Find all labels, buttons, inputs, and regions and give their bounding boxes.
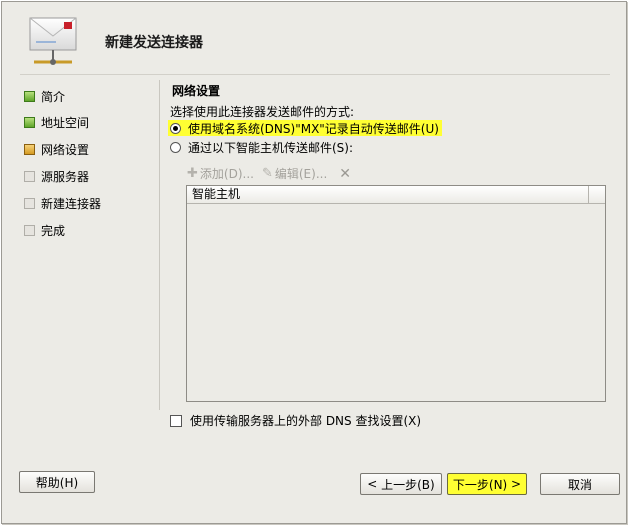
- step-pending-icon: [24, 225, 35, 236]
- step-pending-icon: [24, 171, 35, 182]
- smart-host-radio-label: 通过以下智能主机传送邮件(S):: [188, 140, 354, 155]
- step-label: 网络设置: [41, 142, 90, 157]
- pencil-icon: ✎: [261, 166, 273, 181]
- step-network-settings: 网络设置: [24, 140, 89, 158]
- next-label: 下一步(N): [452, 477, 508, 492]
- step-label: 源服务器: [41, 169, 90, 184]
- dns-mx-radio-label: 使用域名系统(DNS)"MX"记录自动传送邮件(U): [188, 121, 439, 136]
- header-divider: [20, 74, 610, 75]
- wizard-window: 新建发送连接器 简介 地址空间 网络设置 源服务器 新建连接器 完成 网络设置: [1, 1, 627, 524]
- add-button[interactable]: ✚ 添加(D)...: [187, 165, 254, 182]
- radio-button-checked[interactable]: [170, 122, 181, 134]
- step-finish: 完成: [24, 221, 65, 239]
- plus-icon: ✚: [187, 166, 198, 181]
- chevron-right-icon: >: [507, 477, 522, 491]
- radio-button-unchecked[interactable]: [170, 141, 181, 153]
- step-label: 完成: [41, 223, 66, 238]
- add-label: 添加(D)...: [199, 167, 254, 181]
- step-pending-icon: [24, 198, 35, 209]
- step-label: 简介: [41, 89, 66, 104]
- step-done-icon: [24, 91, 35, 102]
- list-header: 智能主机: [187, 186, 605, 204]
- external-dns-label: 使用传输服务器上的外部 DNS 查找设置(X): [190, 414, 422, 428]
- step-intro: 简介: [24, 87, 65, 105]
- edit-label: 编辑(E)...: [274, 167, 328, 181]
- step-done-icon: [24, 117, 35, 128]
- step-label: 新建连接器: [41, 196, 102, 211]
- step-label: 地址空间: [41, 115, 90, 130]
- next-button[interactable]: 下一步(N) >: [447, 473, 527, 495]
- chevron-left-icon: <: [367, 477, 382, 491]
- envelope-connector-icon: [26, 16, 82, 74]
- step-new-connector: 新建连接器: [24, 194, 101, 212]
- page-title: 新建发送连接器: [105, 35, 203, 51]
- back-button[interactable]: < 上一步(B): [360, 473, 442, 495]
- delete-x-icon[interactable]: ✕: [339, 166, 351, 182]
- delivery-prompt: 选择使用此连接器发送邮件的方式:: [170, 105, 355, 119]
- column-header-filler: [589, 186, 605, 203]
- sidebar-divider: [159, 80, 160, 410]
- section-title: 网络设置: [172, 84, 221, 98]
- smart-host-list[interactable]: 智能主机: [186, 185, 606, 402]
- edit-button[interactable]: ✎ 编辑(E)...: [262, 165, 327, 182]
- dns-mx-radio-option[interactable]: 使用域名系统(DNS)"MX"记录自动传送邮件(U): [168, 120, 442, 136]
- back-label: 上一步(B): [381, 477, 435, 492]
- external-dns-option[interactable]: 使用传输服务器上的外部 DNS 查找设置(X): [170, 412, 421, 429]
- smart-host-radio-option[interactable]: 通过以下智能主机传送邮件(S):: [168, 139, 353, 155]
- step-source-server: 源服务器: [24, 167, 89, 185]
- help-button[interactable]: 帮助(H): [19, 471, 95, 493]
- step-address-space: 地址空间: [24, 113, 89, 131]
- cancel-button[interactable]: 取消: [540, 473, 620, 495]
- column-header-smart-host[interactable]: 智能主机: [187, 186, 589, 203]
- step-current-icon: [24, 144, 35, 155]
- smart-host-toolbar: ✚ 添加(D)... ✎ 编辑(E)... ✕: [187, 165, 351, 182]
- external-dns-checkbox[interactable]: [170, 414, 182, 427]
